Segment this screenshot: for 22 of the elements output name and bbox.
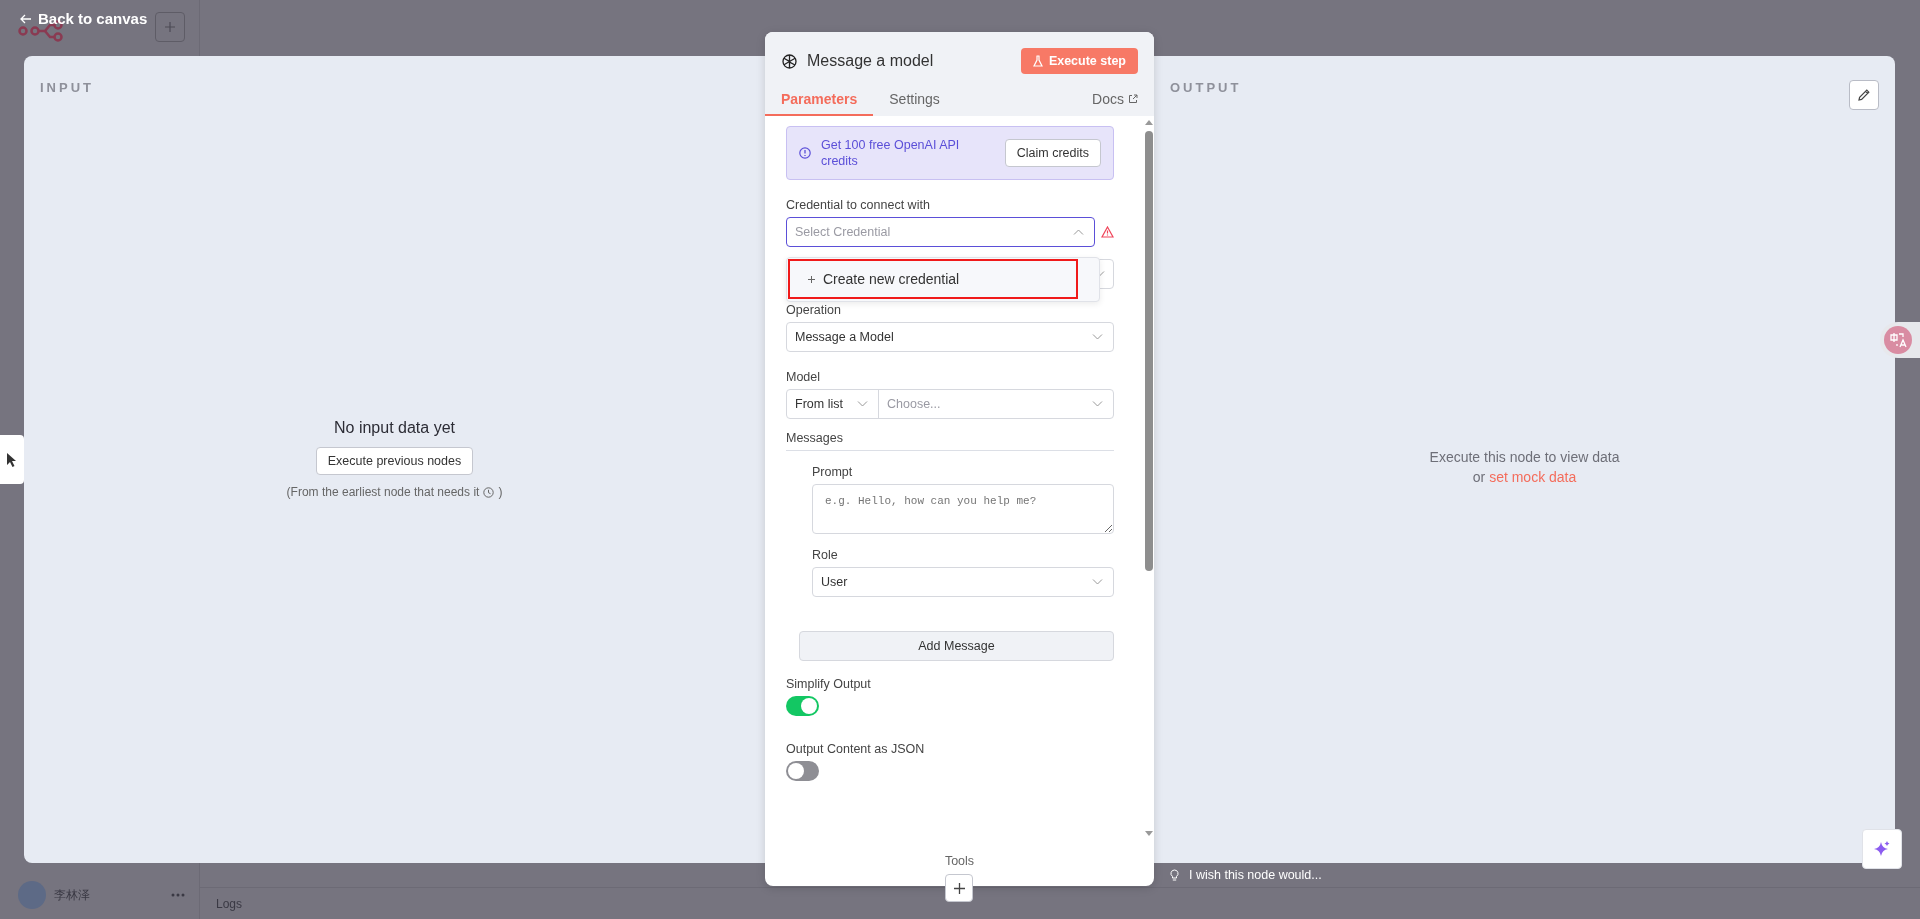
node-title: Message a model: [807, 52, 934, 70]
or-text: or: [1472, 467, 1486, 487]
toggle-label: Simplify Output: [786, 677, 872, 691]
hint-text: (From the earliest node that needs it: [286, 485, 480, 499]
output-message: Execute this node to view data: [1429, 447, 1620, 467]
field-label: Role: [812, 548, 839, 562]
tools-label: Tools: [944, 854, 975, 868]
select-value: User: [821, 575, 848, 589]
user-name: 李林泽: [54, 886, 91, 904]
input-title: INPUT: [40, 80, 95, 95]
empty-message: No input data yet: [334, 419, 455, 437]
field-label: Operation: [786, 303, 842, 317]
toggle-label: Output Content as JSON: [786, 742, 926, 756]
select-value: Message a Model: [795, 330, 894, 344]
output-title: OUTPUT: [1170, 80, 1242, 95]
field-label: Credential to connect with: [786, 198, 931, 212]
field-label: Prompt: [812, 465, 854, 479]
hint-text: ): [498, 485, 503, 499]
field-label: Model: [786, 370, 822, 384]
callout-text: Get 100 free OpenAI API credits: [821, 137, 961, 169]
select-placeholder: Select Credential: [795, 225, 891, 239]
section-label: Messages: [786, 431, 844, 445]
